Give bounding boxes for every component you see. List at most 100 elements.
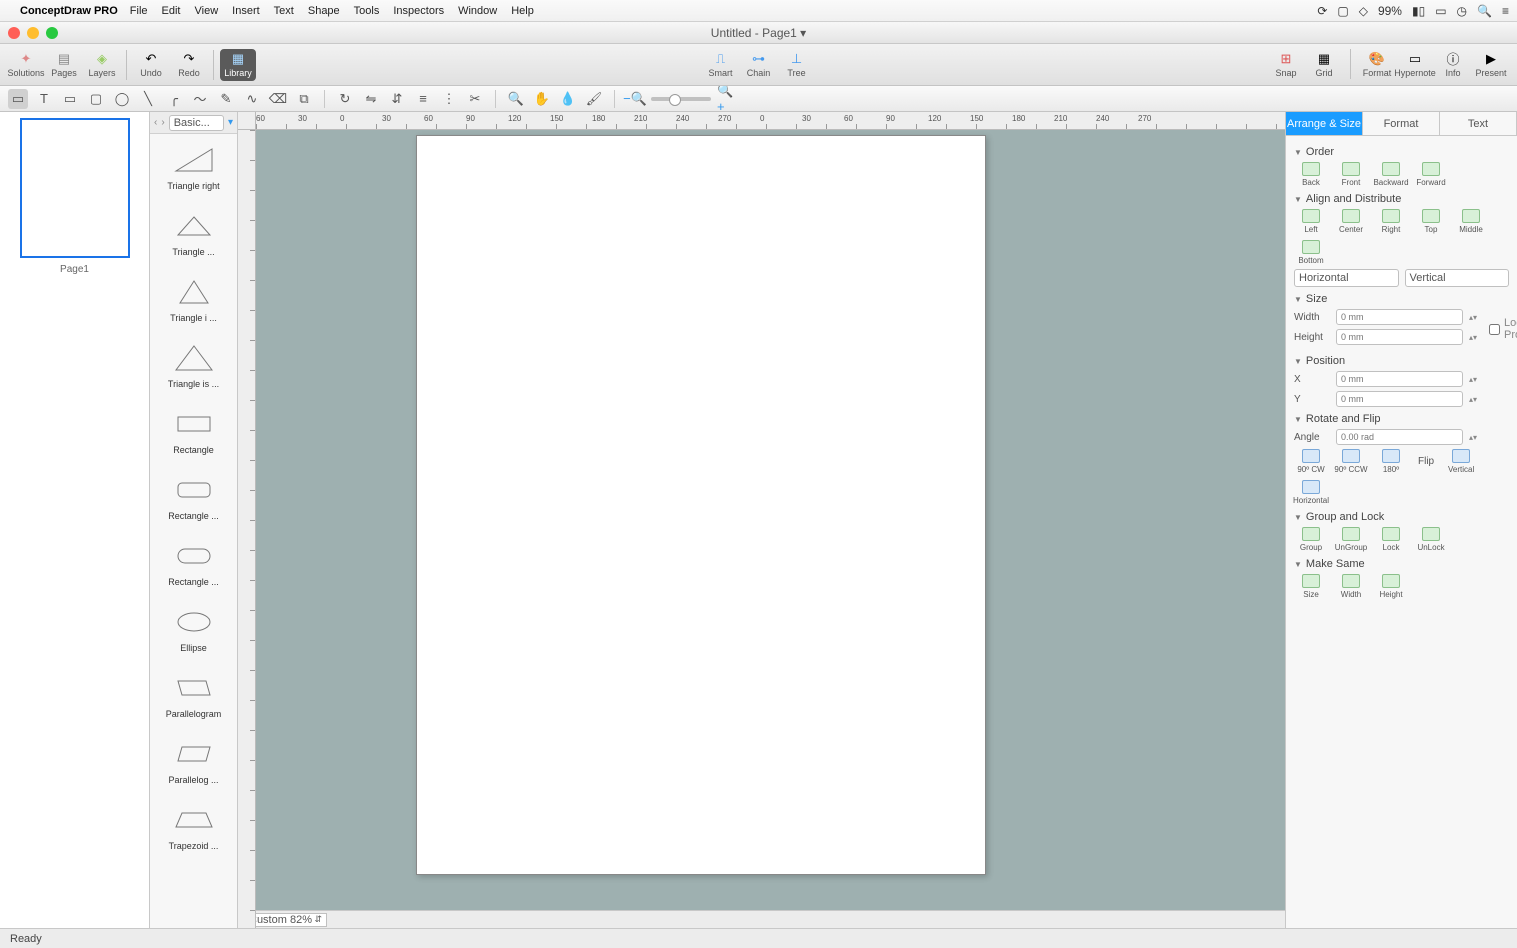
undo-button[interactable]: ↶Undo	[133, 49, 169, 81]
rotate-180-[interactable]: 180º	[1374, 449, 1408, 474]
grid-button[interactable]: ▦Grid	[1306, 49, 1342, 81]
section-group[interactable]: Group and Lock	[1294, 511, 1509, 523]
spline-tool[interactable]: ∿	[242, 89, 262, 109]
group-ungroup[interactable]: UnGroup	[1334, 527, 1368, 552]
rotate-90-ccw[interactable]: 90º CCW	[1334, 449, 1368, 474]
distribute-vertical-select[interactable]: Vertical	[1405, 269, 1510, 287]
zoom-in-button[interactable]: 🔍+	[717, 89, 737, 109]
tab-arrange-size[interactable]: Arrange & Size	[1286, 112, 1363, 135]
section-makesame[interactable]: Make Same	[1294, 558, 1509, 570]
shape-stadium[interactable]: Rectangle ...	[150, 530, 237, 596]
shape-tri_eq[interactable]: Triangle ...	[150, 200, 237, 266]
width-input[interactable]	[1336, 309, 1463, 325]
info-button[interactable]: ⓘInfo	[1435, 49, 1471, 81]
menu-extras-icon[interactable]: ≡	[1502, 4, 1509, 18]
align-left[interactable]: Left	[1294, 209, 1328, 234]
group-lock[interactable]: Lock	[1374, 527, 1408, 552]
present-button[interactable]: ▶Present	[1473, 49, 1509, 81]
shape-trap[interactable]: Trapezoid ...	[150, 794, 237, 860]
wifi-icon[interactable]: ◇	[1359, 4, 1368, 18]
airplay-icon[interactable]: ▢	[1337, 4, 1348, 18]
y-input[interactable]	[1336, 391, 1463, 407]
group-unlock[interactable]: UnLock	[1414, 527, 1448, 552]
shapes-fwd-button[interactable]: ›	[161, 117, 164, 128]
shape-tri_iso[interactable]: Triangle i ...	[150, 266, 237, 332]
align-right[interactable]: Right	[1374, 209, 1408, 234]
tab-text[interactable]: Text	[1440, 112, 1517, 135]
hypernote-button[interactable]: ▭Hypernote	[1397, 49, 1433, 81]
canvas[interactable]	[256, 130, 1285, 910]
order-forward[interactable]: Forward	[1414, 162, 1448, 187]
menu-insert[interactable]: Insert	[232, 5, 260, 17]
pencil-tool[interactable]: ✎	[216, 89, 236, 109]
clone-tool[interactable]: ⧉	[294, 89, 314, 109]
chain-connector-button[interactable]: ⊶Chain	[741, 49, 777, 81]
pan-tool[interactable]: ✋	[532, 89, 552, 109]
shapes-back-button[interactable]: ‹	[154, 117, 157, 128]
height-input[interactable]	[1336, 329, 1463, 345]
zoom-out-button[interactable]: −🔍	[625, 89, 645, 109]
line-tool[interactable]: ╲	[138, 89, 158, 109]
shape-para2[interactable]: Parallelog ...	[150, 728, 237, 794]
makesame-width[interactable]: Width	[1334, 574, 1368, 599]
eraser-tool[interactable]: ⌫	[268, 89, 288, 109]
fullscreen-button[interactable]	[46, 27, 58, 39]
shape-rect[interactable]: Rectangle	[150, 398, 237, 464]
rotate-tool[interactable]: ↻	[335, 89, 355, 109]
menu-text[interactable]: Text	[274, 5, 294, 17]
paint-tool[interactable]: 🖌	[584, 89, 604, 109]
rrect-tool[interactable]: ▢	[86, 89, 106, 109]
ellipse-tool[interactable]: ◯	[112, 89, 132, 109]
section-position[interactable]: Position	[1294, 355, 1509, 367]
menu-view[interactable]: View	[195, 5, 219, 17]
menu-tools[interactable]: Tools	[354, 5, 380, 17]
align-bottom[interactable]: Bottom	[1294, 240, 1328, 265]
align-top[interactable]: Top	[1414, 209, 1448, 234]
align-middle[interactable]: Middle	[1454, 209, 1488, 234]
section-rotate[interactable]: Rotate and Flip	[1294, 413, 1509, 425]
section-size[interactable]: Size	[1294, 293, 1509, 305]
clock-icon[interactable]: ◷	[1457, 4, 1467, 18]
zoom-readout[interactable]: Custom 82% ⇵	[244, 913, 327, 927]
menu-shape[interactable]: Shape	[308, 5, 340, 17]
section-align[interactable]: Align and Distribute	[1294, 193, 1509, 205]
snap-button[interactable]: ⊞Snap	[1268, 49, 1304, 81]
menu-file[interactable]: File	[130, 5, 148, 17]
drawing-page[interactable]	[416, 135, 986, 875]
order-front[interactable]: Front	[1334, 162, 1368, 187]
shape-para[interactable]: Parallelogram	[150, 662, 237, 728]
arc-tool[interactable]: ╭	[164, 89, 184, 109]
sync-icon[interactable]: ⟳	[1317, 4, 1327, 18]
scissors-tool[interactable]: ✂	[465, 89, 485, 109]
library-button[interactable]: ▦Library	[220, 49, 256, 81]
lock-proportions-checkbox[interactable]: Lock Proportions	[1489, 309, 1517, 349]
order-back[interactable]: Back	[1294, 162, 1328, 187]
shape-tri_iso2[interactable]: Triangle is ...	[150, 332, 237, 398]
zoom-tool[interactable]: 🔍	[506, 89, 526, 109]
tab-format[interactable]: Format	[1363, 112, 1440, 135]
menu-edit[interactable]: Edit	[162, 5, 181, 17]
shape-rrect[interactable]: Rectangle ...	[150, 464, 237, 530]
menu-window[interactable]: Window	[458, 5, 497, 17]
text-tool[interactable]: T	[34, 89, 54, 109]
group-group[interactable]: Group	[1294, 527, 1328, 552]
flip-vertical[interactable]: Vertical	[1444, 449, 1478, 474]
layers-button[interactable]: ◈Layers	[84, 49, 120, 81]
flip-v-tool[interactable]: ⇵	[387, 89, 407, 109]
solutions-button[interactable]: ✦Solutions	[8, 49, 44, 81]
close-button[interactable]	[8, 27, 20, 39]
minimize-button[interactable]	[27, 27, 39, 39]
library-selector[interactable]: Basic...	[169, 115, 224, 131]
shapes-menu-button[interactable]: ▾	[228, 117, 233, 128]
window-title[interactable]: Untitled - Page1 ▾	[711, 26, 806, 40]
spotlight-icon[interactable]: 🔍	[1477, 4, 1492, 18]
redo-button[interactable]: ↷Redo	[171, 49, 207, 81]
flip-horizontal[interactable]: Horizontal	[1294, 480, 1328, 505]
rotate-90-cw[interactable]: 90º CW	[1294, 449, 1328, 474]
bezier-tool[interactable]: 〜	[190, 89, 210, 109]
tree-connector-button[interactable]: ⊥Tree	[779, 49, 815, 81]
shape-tri_right[interactable]: Triangle right	[150, 134, 237, 200]
angle-input[interactable]	[1336, 429, 1463, 445]
distribute-tool[interactable]: ⋮	[439, 89, 459, 109]
section-order[interactable]: Order	[1294, 146, 1509, 158]
